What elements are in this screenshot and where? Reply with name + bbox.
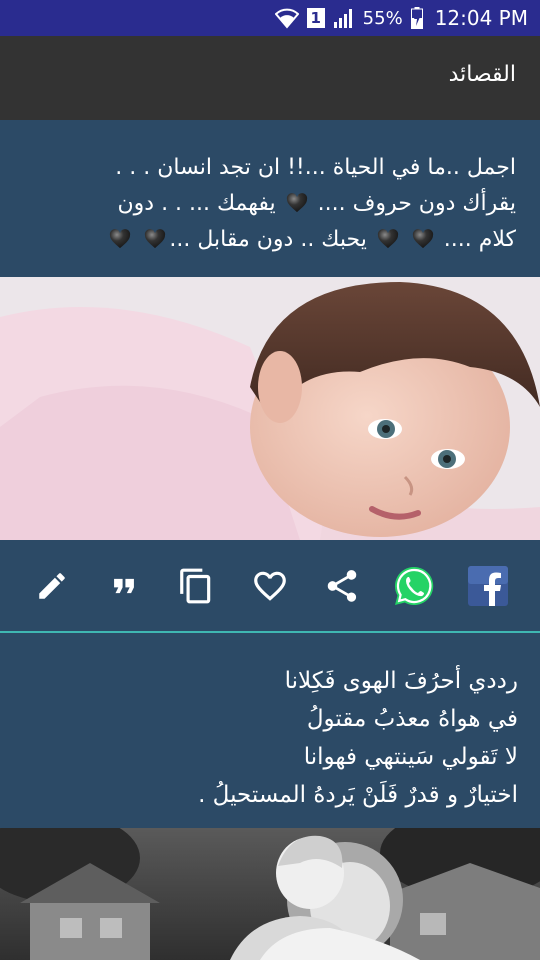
baby-illustration	[0, 277, 540, 540]
poem-line: في هواهُ معذبُ مقتولُ	[306, 706, 518, 732]
divider	[0, 631, 540, 633]
signal-icon	[333, 8, 355, 28]
copy-icon	[180, 568, 211, 604]
black-heart-icon	[145, 229, 166, 249]
poem-line: يقرأك دون حروف .... يفهمك ... . . دون	[117, 191, 517, 216]
poem-line: اجمل ..ما في الحياة ...!! ان تجد انسان .…	[115, 155, 516, 180]
children-illustration	[0, 828, 540, 960]
poem-text: رددي أحرُفَ الهوى فَكِلانا في هواهُ معذب…	[0, 636, 540, 828]
poem-line: لا تَقولي سَينتهي فهوانا	[303, 744, 518, 770]
share-icon	[327, 570, 357, 602]
poem-text: اجمل ..ما في الحياة ...!! ان تجد انسان .…	[0, 120, 540, 277]
clock: 12:04 PM	[434, 6, 528, 30]
app-bar: القصائد	[0, 36, 540, 120]
battery-percent: 55%	[362, 7, 403, 29]
edit-icon	[39, 573, 65, 599]
whatsapp-icon	[394, 566, 434, 605]
black-heart-icon	[286, 193, 307, 213]
like-button[interactable]	[248, 564, 292, 608]
poem-line: رددي أحرُفَ الهوى فَكِلانا	[284, 668, 518, 694]
edit-button[interactable]	[30, 564, 74, 608]
facebook-icon	[468, 566, 508, 606]
copy-button[interactable]	[174, 564, 218, 608]
poem-line: كلام .... يحبك .. دون مقابل ...	[24, 222, 516, 258]
status-bar: 1 55% 12:04 PM	[0, 0, 540, 36]
whatsapp-button[interactable]	[392, 564, 436, 608]
black-heart-icon	[110, 229, 131, 249]
children-photo	[0, 828, 540, 960]
battery-charging-icon	[410, 7, 423, 29]
black-heart-icon	[377, 229, 398, 249]
page-title: القصائد	[448, 62, 516, 87]
wifi-icon	[274, 7, 299, 29]
quote-icon	[114, 578, 134, 594]
poem-line: اختيارٌ و قدرٌ فَلَنْ يَردهُ المستحيلُ .	[198, 782, 518, 808]
sim-badge: 1	[306, 8, 325, 28]
post-actions	[0, 540, 540, 632]
quote-button[interactable]	[102, 564, 146, 608]
facebook-button[interactable]	[466, 564, 510, 608]
heart-icon	[254, 571, 286, 601]
baby-photo	[0, 277, 540, 540]
black-heart-icon	[412, 229, 433, 249]
share-button[interactable]	[320, 564, 364, 608]
